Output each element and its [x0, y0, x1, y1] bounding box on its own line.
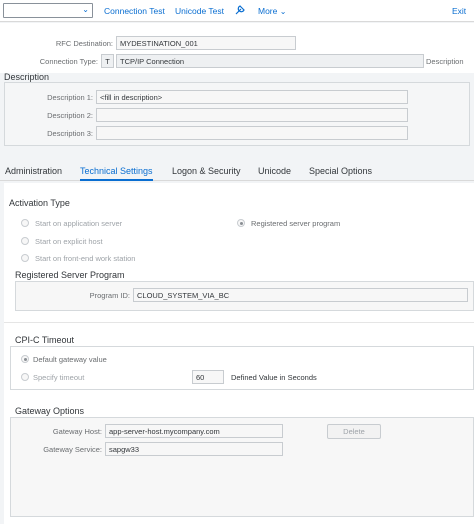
radio-start-app-server-label: Start on application server	[35, 219, 123, 228]
tab-administration[interactable]: Administration	[5, 166, 62, 176]
activation-type-title: Activation Type	[9, 198, 70, 208]
chevron-down-icon: ⌄	[82, 5, 89, 14]
timeout-value-field[interactable]: 60	[192, 370, 224, 384]
gateway-service-label: Gateway Service:	[43, 445, 102, 454]
settings-tool-icon[interactable]	[234, 4, 246, 16]
delete-button[interactable]: Delete	[327, 424, 381, 439]
description-3-field[interactable]	[96, 126, 408, 140]
cpic-timeout-title: CPI-C Timeout	[15, 335, 75, 345]
description-section-title: Description	[4, 72, 50, 82]
radio-start-app-server[interactable]	[21, 219, 29, 227]
connection-test-button[interactable]: Connection Test	[104, 6, 165, 16]
radio-default-gateway-label: Default gateway value	[33, 355, 107, 364]
radio-explicit-host[interactable]	[21, 237, 29, 245]
tab-technical-settings[interactable]: Technical Settings	[80, 166, 153, 176]
rfc-destination-field[interactable]: MYDESTINATION_001	[116, 36, 296, 50]
tab-unicode[interactable]: Unicode	[258, 166, 291, 176]
program-id-label: Program ID:	[89, 291, 130, 300]
radio-registered-server[interactable]	[237, 219, 245, 227]
gateway-service-field[interactable]: sapgw33	[105, 442, 283, 456]
gateway-options-title: Gateway Options	[15, 406, 85, 416]
rfc-destination-label: RFC Destination:	[55, 39, 113, 48]
tab-special-options[interactable]: Special Options	[309, 166, 372, 176]
connection-type-label: Connection Type:	[39, 57, 98, 66]
radio-front-end-label: Start on front-end work station	[35, 254, 136, 263]
radio-specify-timeout[interactable]	[21, 373, 29, 381]
active-tab-indicator	[80, 179, 153, 181]
connection-type-field: TCP/IP Connection	[116, 54, 424, 68]
radio-registered-server-label: Registered server program	[251, 219, 341, 228]
description-right-label: Description	[426, 57, 464, 66]
radio-default-gateway[interactable]	[21, 355, 29, 363]
program-id-field[interactable]: CLOUD_SYSTEM_VIA_BC	[133, 288, 468, 302]
divider	[4, 322, 474, 323]
exit-button[interactable]: Exit	[452, 6, 466, 16]
gateway-host-label: Gateway Host:	[52, 427, 102, 436]
transaction-select[interactable]: ⌄	[3, 3, 93, 18]
chevron-down-icon: ⌄	[279, 7, 287, 16]
more-label: More	[258, 6, 278, 16]
gateway-host-field[interactable]: app-server-host.mycompany.com	[105, 424, 283, 438]
connection-type-code-field[interactable]: T	[101, 54, 114, 68]
radio-explicit-host-label: Start on explicit host	[35, 237, 103, 246]
toolbar: ⌄ Connection Test Unicode Test More ⌄ Ex…	[0, 0, 474, 22]
more-button[interactable]: More ⌄	[258, 6, 286, 16]
radio-front-end[interactable]	[21, 254, 29, 262]
unicode-test-button[interactable]: Unicode Test	[175, 6, 224, 16]
cpic-panel	[10, 346, 474, 390]
description-2-label: Description 2:	[47, 111, 93, 120]
description-2-field[interactable]	[96, 108, 408, 122]
tab-logon-security[interactable]: Logon & Security	[172, 166, 241, 176]
timeout-unit-label: Defined Value in Seconds	[231, 373, 317, 382]
description-1-field[interactable]: <fill in description>	[96, 90, 408, 104]
description-1-label: Description 1:	[47, 93, 93, 102]
registered-server-title: Registered Server Program	[15, 270, 125, 280]
description-3-label: Description 3:	[47, 129, 93, 138]
radio-specify-timeout-label: Specify timeout	[33, 373, 85, 382]
